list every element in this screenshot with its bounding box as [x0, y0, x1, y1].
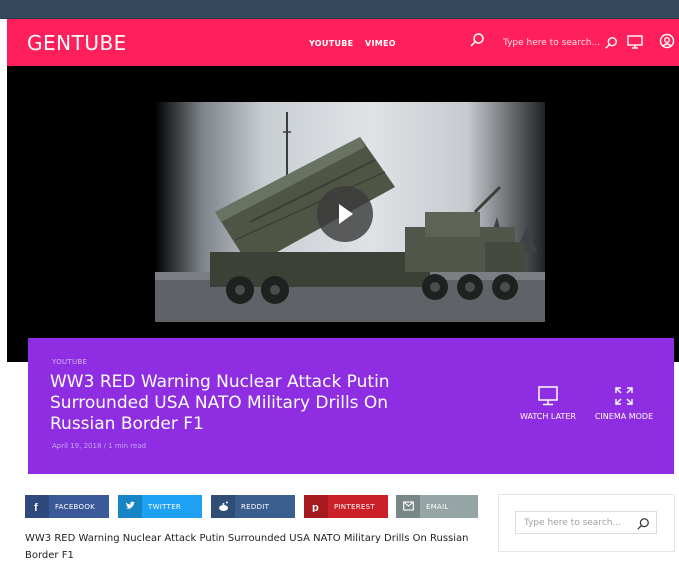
video-category[interactable]: YOUTUBE [52, 358, 87, 366]
facebook-icon: f [25, 495, 49, 518]
play-button[interactable] [317, 186, 373, 242]
monitor-icon [538, 386, 558, 406]
twitter-icon [118, 495, 142, 518]
header-search [503, 35, 623, 51]
video-info-panel: YOUTUBE WW3 RED Warning Nuclear Attack P… [28, 338, 674, 474]
search-icon[interactable] [636, 516, 650, 535]
email-icon [396, 495, 420, 518]
sidebar-search [515, 511, 657, 534]
video-description: WW3 RED Warning Nuclear Attack Putin Sur… [25, 533, 469, 561]
watch-later-label: WATCH LATER [520, 412, 576, 421]
search-submit-icon[interactable] [604, 35, 618, 54]
reddit-icon [211, 495, 235, 518]
video-title: WW3 RED Warning Nuclear Attack Putin Sur… [50, 372, 390, 434]
header-search-input[interactable] [503, 35, 603, 51]
share-facebook-label: FACEBOOK [55, 503, 96, 511]
watch-later-button[interactable]: WATCH LATER [520, 386, 576, 421]
expand-icon [615, 387, 633, 405]
sidebar-search-input[interactable] [524, 516, 634, 530]
share-twitter-button[interactable]: TWITTER [118, 495, 202, 518]
svg-text:f: f [34, 502, 38, 512]
svg-text:p: p [312, 502, 319, 512]
sidebar-search-widget [498, 494, 675, 552]
share-email-label: EMAIL [426, 503, 449, 511]
share-reddit-label: REDDIT [241, 503, 270, 511]
cinema-mode-label: CINEMA MODE [594, 412, 654, 421]
play-icon [339, 204, 353, 224]
share-pinterest-label: PINTEREST [334, 503, 375, 511]
user-icon[interactable] [659, 33, 675, 53]
share-pinterest-button[interactable]: p PINTEREST [304, 495, 388, 518]
nav-vimeo[interactable]: VIMEO [365, 39, 396, 48]
monitor-icon[interactable] [627, 34, 643, 53]
share-email-button[interactable]: EMAIL [396, 495, 478, 518]
nav-youtube[interactable]: YOUTUBE [309, 39, 353, 48]
site-logo[interactable]: GENTUBE [27, 31, 127, 55]
browser-top-bar [0, 0, 679, 19]
pinterest-icon: p [304, 495, 328, 518]
share-reddit-button[interactable]: REDDIT [211, 495, 295, 518]
share-facebook-button[interactable]: f FACEBOOK [25, 495, 109, 518]
cinema-mode-button[interactable]: CINEMA MODE [594, 386, 654, 421]
video-meta: April 19, 2018 / 1 min read [52, 442, 147, 450]
site-header: GENTUBE YOUTUBE VIMEO [7, 19, 679, 66]
share-twitter-label: TWITTER [148, 503, 182, 511]
search-icon[interactable] [469, 32, 485, 52]
